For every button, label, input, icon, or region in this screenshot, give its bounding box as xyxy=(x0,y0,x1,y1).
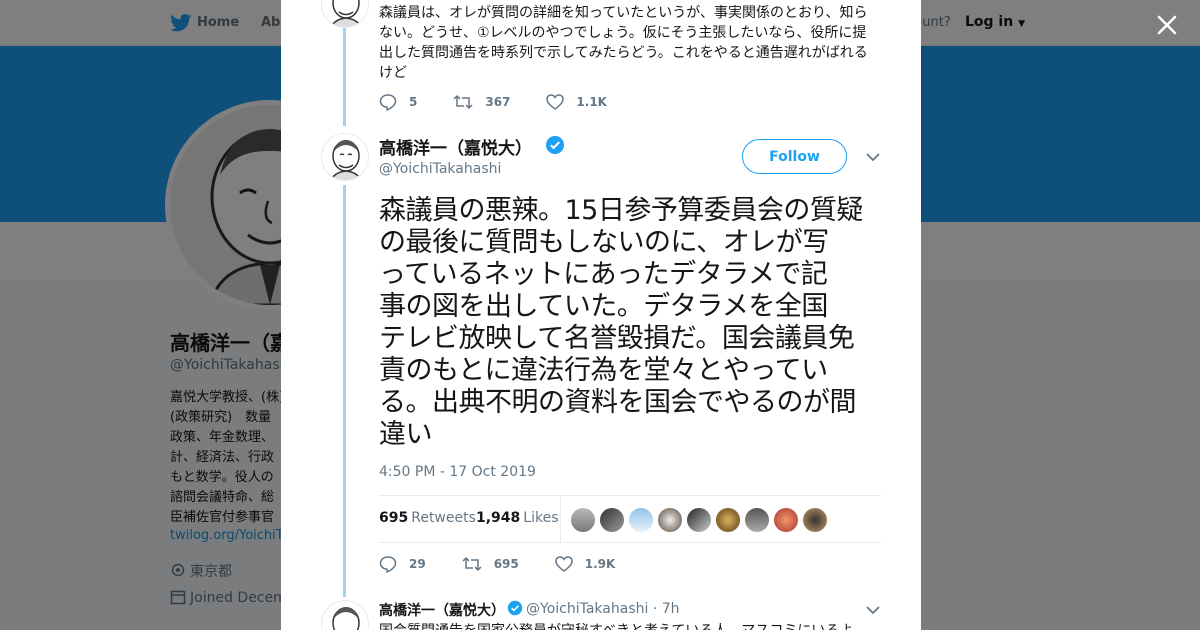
thread-line xyxy=(343,28,346,126)
liker-avatar[interactable] xyxy=(600,508,624,532)
liker-avatar[interactable] xyxy=(629,508,653,532)
reply-count: 5 xyxy=(409,95,418,109)
liker-avatar[interactable] xyxy=(658,508,682,532)
tweet-permalink-modal: 森議員は、オレが質問の詳細を知っていたというが、事実関係のとおり、知らない。どう… xyxy=(281,0,921,630)
tweet-text-line: 責のもとに違法行為を堂々とやってい xyxy=(379,355,828,386)
caricature-face-icon xyxy=(330,140,362,180)
chevron-down-icon[interactable] xyxy=(866,152,880,162)
like-stat[interactable]: 1,948 Likes xyxy=(476,510,559,526)
verified-badge-icon xyxy=(546,136,564,154)
reply-count: 29 xyxy=(409,557,426,571)
reply-author-handle[interactable]: @YoichiTakahashi · 7h xyxy=(526,601,680,617)
divider xyxy=(560,496,561,542)
tweet-stats: 695 Retweets 1,948 Likes xyxy=(379,495,881,543)
reply-icon xyxy=(379,556,397,573)
like-count: 1.9K xyxy=(584,557,616,571)
like-button[interactable]: 1.1K xyxy=(546,94,607,110)
retweet-stat-count: 695 xyxy=(379,510,409,526)
follow-button[interactable]: Follow xyxy=(742,139,847,174)
liker-avatar[interactable] xyxy=(571,508,595,532)
like-stat-label: Likes xyxy=(523,510,559,526)
heart-icon xyxy=(555,556,573,572)
close-icon[interactable] xyxy=(1154,12,1180,38)
liker-avatar[interactable] xyxy=(774,508,798,532)
previous-tweet-actions: 5 367 1.1K xyxy=(379,93,643,111)
author-handle[interactable]: @YoichiTakahashi xyxy=(379,161,501,177)
tweet-text-line: の最後に質問もしないのに、オレが写 xyxy=(379,227,829,258)
tweet-text-line: 違い xyxy=(379,419,433,450)
reply-button[interactable]: 5 xyxy=(379,93,417,111)
liker-avatars xyxy=(571,508,832,532)
previous-tweet-text: 森議員は、オレが質問の詳細を知っていたというが、事実関係のとおり、知らない。どう… xyxy=(379,5,868,81)
tweet-text-line: る。出典不明の資料を国会でやるのが間 xyxy=(379,387,857,418)
avatar[interactable] xyxy=(321,0,369,28)
tweet-text: 森議員の悪辣。15日参予算委員会の質疑 の最後に質問もしないのに、オレが写 って… xyxy=(379,195,885,451)
retweet-stat-label: Retweets xyxy=(411,510,476,526)
like-stat-count: 1,948 xyxy=(476,510,521,526)
tweet-text-line: っているネットにあったデタラメで記 xyxy=(379,259,828,290)
caricature-face-icon xyxy=(332,607,360,630)
like-button[interactable]: 1.9K xyxy=(555,556,616,572)
caricature-face-icon xyxy=(330,0,362,27)
retweet-icon xyxy=(462,556,482,572)
like-count: 1.1K xyxy=(576,95,607,109)
retweet-count: 367 xyxy=(485,95,511,109)
retweet-count: 695 xyxy=(493,557,519,571)
liker-avatar[interactable] xyxy=(803,508,827,532)
tweet-timestamp[interactable]: 4:50 PM - 17 Oct 2019 xyxy=(379,464,536,480)
verified-badge-icon xyxy=(507,600,523,616)
thread-line xyxy=(343,185,346,597)
tweet-text-line: テレビ放映して名誉毀損だ。国会議員免 xyxy=(379,323,855,354)
retweet-stat[interactable]: 695 Retweets xyxy=(379,510,476,526)
liker-avatar[interactable] xyxy=(687,508,711,532)
liker-avatar[interactable] xyxy=(716,508,740,532)
chevron-down-icon[interactable] xyxy=(866,605,880,615)
author-name[interactable]: 高橋洋一（嘉悦大） xyxy=(379,134,532,159)
liker-avatar[interactable] xyxy=(745,508,769,532)
avatar[interactable] xyxy=(321,133,369,181)
retweet-icon xyxy=(453,94,473,110)
tweet-actions: 29 695 1.9K xyxy=(379,555,651,573)
reply-author-name[interactable]: 高橋洋一（嘉悦大） xyxy=(379,600,505,620)
heart-icon xyxy=(546,94,565,110)
avatar[interactable] xyxy=(321,600,369,630)
retweet-button[interactable]: 367 xyxy=(453,94,510,110)
reply-button[interactable]: 29 xyxy=(379,555,426,573)
retweet-button[interactable]: 695 xyxy=(462,556,519,572)
tweet-text-line: 森議員の悪辣。15日参予算委員会の質疑 xyxy=(379,195,863,226)
reply-icon xyxy=(379,94,397,111)
tweet-text-line: 事の図を出していた。デタラメを全国 xyxy=(379,291,828,322)
reply-tweet-text: 国会質問通告を国家公務員が守秘すべきと考えている人、マスコミにいるよ xyxy=(379,620,853,630)
